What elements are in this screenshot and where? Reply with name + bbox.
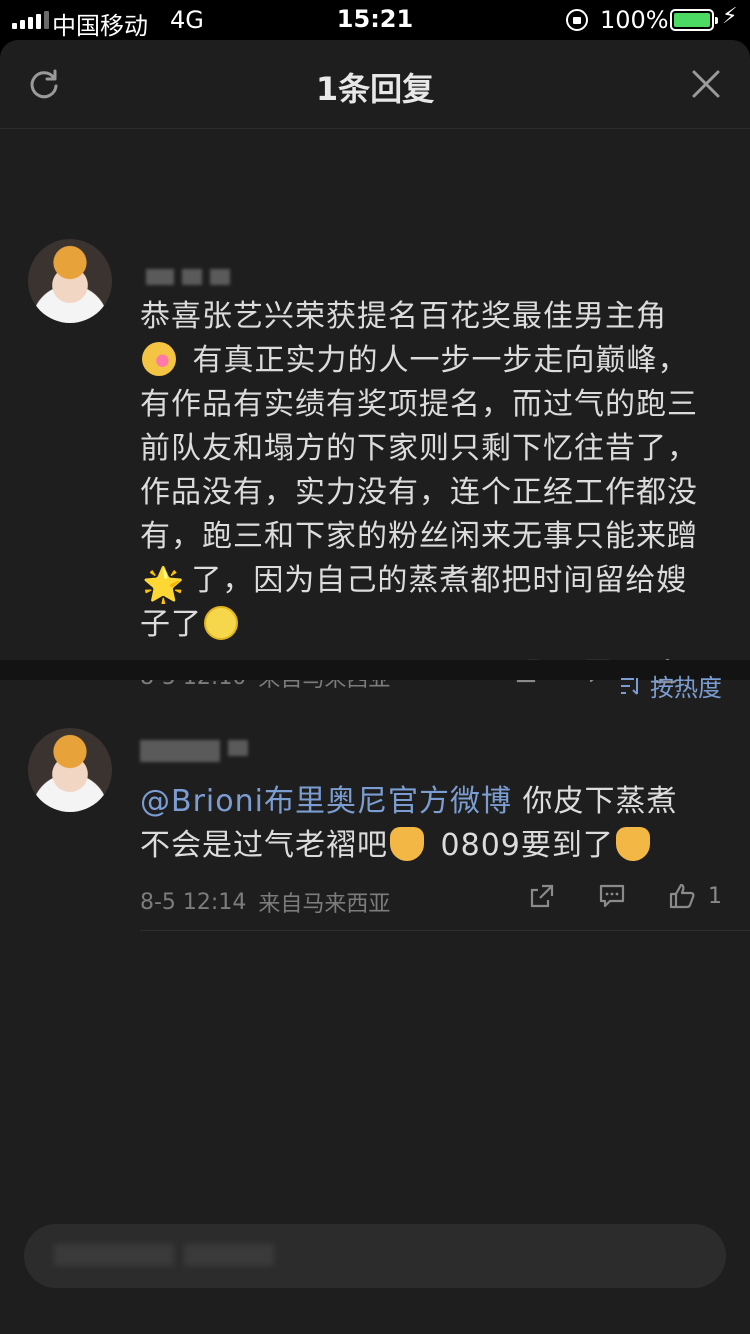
- smile-emoji-icon: [204, 606, 238, 640]
- sort-icon: [621, 677, 638, 695]
- avatar[interactable]: [28, 728, 112, 812]
- original-comment: 恭喜张艺兴荣获提名百花奖最佳男主角 有真正实力的人一步一步走向巅峰，有作品有实绩…: [0, 129, 750, 692]
- reply-actions: 1: [528, 882, 722, 910]
- comment-text-part-1: 恭喜张艺兴荣获提名百花奖最佳男主角: [140, 299, 667, 334]
- reply-separator: [140, 930, 750, 931]
- reply-sheet: 1条回复 恭喜张艺兴荣获提名百花奖最佳男主角 有真正实力的人一步一步走向巅峰，有…: [0, 40, 750, 1334]
- mention-link[interactable]: @Brioni布里奥尼官方微博: [140, 784, 512, 819]
- avatar[interactable]: [28, 239, 112, 323]
- comment-icon[interactable]: [598, 882, 626, 910]
- username-blurred[interactable]: [140, 740, 248, 762]
- sheet-header: 1条回复: [0, 40, 750, 129]
- dog-emoji-icon: [390, 827, 424, 861]
- heart-face-emoji-icon: [142, 342, 176, 376]
- page-title: 1条回复: [315, 70, 435, 108]
- reply-input[interactable]: [24, 1224, 726, 1288]
- rotation-lock-icon: [566, 9, 588, 31]
- dog-emoji-icon: [615, 827, 650, 861]
- status-bar: 中国移动 4G 15:21 100% ⚡: [0, 0, 750, 40]
- reply-text: @Brioni布里奥尼官方微博 你皮下蒸煮不会是过气老褶吧 0809要到了: [140, 780, 705, 868]
- like-count: 1: [708, 883, 722, 909]
- share-icon[interactable]: [528, 882, 556, 910]
- reply-time: 8-5 12:14: [140, 889, 247, 915]
- reply-source: 来自马来西亚: [258, 892, 391, 917]
- input-placeholder-blurred: [54, 1244, 274, 1266]
- battery-icon: [670, 9, 718, 31]
- comment-text-part-2: 有真正实力的人一步一步走向巅峰，有作品有实绩有奖项提名，而过气的跑三前队友和塌方…: [140, 343, 698, 554]
- username-blurred[interactable]: [146, 269, 230, 285]
- sort-label: 按热度: [650, 674, 722, 702]
- close-icon[interactable]: [692, 70, 720, 98]
- battery-percent: 100%: [600, 6, 669, 34]
- like-icon[interactable]: [668, 882, 696, 910]
- reply-text-part-2: 0809要到了: [430, 828, 614, 863]
- sparkle-star-emoji-icon: 🌟: [142, 565, 186, 605]
- comment-text: 恭喜张艺兴荣获提名百花奖最佳男主角 有真正实力的人一步一步走向巅峰，有作品有实绩…: [140, 295, 705, 647]
- reply-meta: 8-5 12:14 来自马来西亚: [140, 886, 390, 918]
- charging-icon: ⚡: [722, 4, 738, 29]
- sort-toggle[interactable]: 按热度: [620, 668, 722, 703]
